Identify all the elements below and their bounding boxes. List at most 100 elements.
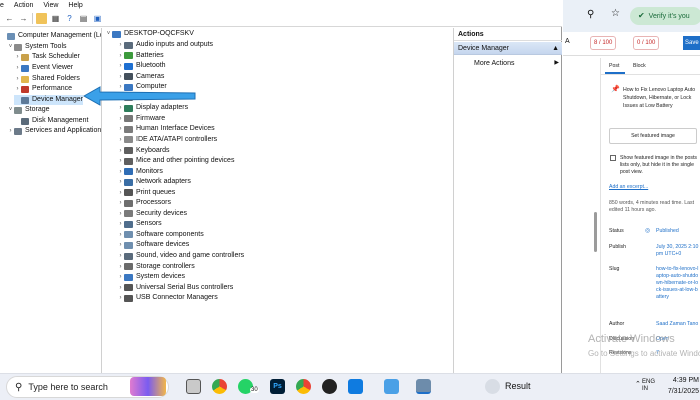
device-category[interactable]: › Software devices xyxy=(117,240,189,250)
tree-item-event-viewer[interactable]: › Event Viewer xyxy=(14,63,73,73)
device-category[interactable]: › Batteries xyxy=(117,51,164,61)
expand-chevron-icon[interactable]: › xyxy=(117,272,124,282)
tree-item-disk-management[interactable]: Disk Management xyxy=(14,116,88,126)
device-category[interactable]: › IDE ATA/ATAPI controllers xyxy=(117,135,217,145)
expand-chevron-icon[interactable]: › xyxy=(117,61,124,71)
add-excerpt-link[interactable]: Add an excerpt... xyxy=(609,184,648,190)
device-category[interactable]: › Cameras xyxy=(117,72,164,82)
tree-item-storage[interactable]: ˅ Storage xyxy=(7,105,50,115)
expand-chevron-icon[interactable]: › xyxy=(117,251,124,261)
device-category[interactable]: › Software components xyxy=(117,230,204,240)
tree-item-computer-management-local[interactable]: Computer Management (Local) xyxy=(0,31,101,41)
expand-chevron-icon[interactable]: › xyxy=(117,293,124,303)
device-category[interactable]: › Network adapters xyxy=(117,177,191,187)
weather-result-label[interactable]: Result xyxy=(505,379,531,394)
scan-hardware-icon[interactable]: ▣ xyxy=(92,13,103,24)
score-pill-2[interactable]: 0 / 100 xyxy=(633,36,660,50)
file-explorer-icon[interactable] xyxy=(384,379,399,394)
device-category[interactable]: › Firmware xyxy=(117,114,165,124)
device-root[interactable]: ˅ DESKTOP-OQCFSKV xyxy=(105,29,194,39)
device-category[interactable]: › Monitors xyxy=(117,167,163,177)
help-icon[interactable]: ? xyxy=(64,13,75,24)
tree-item-services-and-applications[interactable]: › Services and Applications xyxy=(7,126,101,136)
tree-item-task-scheduler[interactable]: › Task Scheduler xyxy=(14,52,80,62)
collapse-triangle-icon[interactable]: ▲ xyxy=(552,42,559,55)
device-category[interactable]: › Sensors xyxy=(117,219,162,229)
expand-chevron-icon[interactable]: › xyxy=(117,209,124,219)
status-value[interactable]: Published xyxy=(656,228,700,235)
tab-block[interactable]: Block xyxy=(633,63,646,69)
expand-chevron-icon[interactable]: › xyxy=(117,230,124,240)
device-category[interactable]: › Processors xyxy=(117,198,171,208)
expand-chevron-icon[interactable]: › xyxy=(117,146,124,156)
device-category[interactable]: › Universal Serial Bus controllers xyxy=(117,283,233,293)
device-category[interactable]: › Mice and other pointing devices xyxy=(117,156,234,166)
device-category[interactable]: › Keyboards xyxy=(117,146,169,156)
language-indicator[interactable]: ENG IN xyxy=(642,379,655,393)
tab-post[interactable]: Post xyxy=(609,63,619,69)
expand-chevron-icon[interactable]: › xyxy=(117,177,124,187)
expand-chevron-icon[interactable]: › xyxy=(14,74,21,84)
expand-chevron-icon[interactable]: › xyxy=(117,240,124,250)
properties-icon[interactable]: ▤ xyxy=(78,13,89,24)
device-category[interactable]: › Human Interface Devices xyxy=(117,124,215,134)
show-hide-tree-icon[interactable]: ▦ xyxy=(50,13,61,24)
expand-chevron-icon[interactable]: › xyxy=(117,114,124,124)
expand-chevron-icon[interactable]: › xyxy=(117,219,124,229)
expand-chevron-icon[interactable]: › xyxy=(14,63,21,73)
expand-chevron-icon[interactable]: › xyxy=(117,167,124,177)
menu-help[interactable]: Help xyxy=(68,2,82,9)
star-icon[interactable]: ☆ xyxy=(611,8,620,19)
expand-chevron-icon[interactable]: › xyxy=(117,124,124,134)
tree-item-shared-folders[interactable]: › Shared Folders xyxy=(14,74,80,84)
more-actions-item[interactable]: More Actions ▶ xyxy=(454,57,563,70)
expand-chevron-icon[interactable]: › xyxy=(117,283,124,293)
set-featured-image-button[interactable]: Set featured image xyxy=(609,128,697,144)
slug-value[interactable]: how-to-fix-lenovo-laptop-auto-shutdown-h… xyxy=(656,266,700,301)
taskbar-clock[interactable]: 4:39 PM 7/31/2025 xyxy=(659,375,699,397)
tree-item-performance[interactable]: › Performance xyxy=(14,84,72,94)
device-category[interactable]: › Sound, video and game controllers xyxy=(117,251,244,261)
save-button[interactable]: Save xyxy=(683,36,700,50)
score-pill-1[interactable]: 8 / 100 xyxy=(590,36,617,50)
author-value[interactable]: Saad Zaman Tano xyxy=(656,321,700,328)
a-icon[interactable]: A xyxy=(565,38,570,45)
expand-chevron-icon[interactable]: › xyxy=(117,156,124,166)
weather-icon[interactable] xyxy=(485,379,500,394)
expand-chevron-icon[interactable]: › xyxy=(7,126,14,136)
computer-management-taskbar-icon[interactable] xyxy=(416,379,431,394)
expand-chevron-icon[interactable]: ˅ xyxy=(7,42,14,52)
tree-item-device-manager[interactable]: Device Manager xyxy=(14,95,83,105)
photoshop-icon[interactable]: Ps xyxy=(270,379,285,394)
actions-device-manager-section[interactable]: Device Manager ▲ xyxy=(454,42,563,55)
system-tray-chevron-icon[interactable]: ⌃ xyxy=(635,380,641,388)
media-player-icon[interactable] xyxy=(322,379,337,394)
device-category[interactable]: › Bluetooth xyxy=(117,61,166,71)
device-category[interactable]: › USB Connector Managers xyxy=(117,293,218,303)
publish-date[interactable]: July 30, 2025 2:10 pm UTC+0 xyxy=(656,244,700,258)
expand-chevron-icon[interactable]: › xyxy=(14,52,21,62)
device-category[interactable]: › Security devices xyxy=(117,209,187,219)
collapse-chevron-icon[interactable]: ˅ xyxy=(105,29,112,39)
expand-chevron-icon[interactable]: › xyxy=(117,40,124,50)
verify-identity-chip[interactable]: ✔ Verify it's you xyxy=(630,7,700,25)
expand-chevron-icon[interactable]: › xyxy=(117,135,124,145)
back-arrow-icon[interactable]: ← xyxy=(4,13,15,24)
expand-chevron-icon[interactable]: › xyxy=(117,51,124,61)
expand-chevron-icon[interactable]: › xyxy=(117,188,124,198)
photos-icon[interactable] xyxy=(348,379,363,394)
search-icon[interactable]: ⚲ xyxy=(587,9,594,20)
device-category[interactable]: › Storage controllers xyxy=(117,262,195,272)
sidebar-scrollbar[interactable] xyxy=(594,212,597,252)
tree-item-system-tools[interactable]: ˅ System Tools xyxy=(7,42,67,52)
device-category[interactable]: › Audio inputs and outputs xyxy=(117,40,213,50)
task-view-icon[interactable] xyxy=(186,379,201,394)
featured-image-checkbox[interactable] xyxy=(610,155,616,161)
expand-chevron-icon[interactable]: › xyxy=(14,84,21,94)
search-highlight-image[interactable] xyxy=(130,377,166,396)
expand-chevron-icon[interactable]: › xyxy=(117,262,124,272)
chrome-icon-2[interactable] xyxy=(296,379,311,394)
menu-file[interactable]: e xyxy=(0,2,4,9)
device-category[interactable]: › Print queues xyxy=(117,188,175,198)
menu-view[interactable]: View xyxy=(43,2,58,9)
